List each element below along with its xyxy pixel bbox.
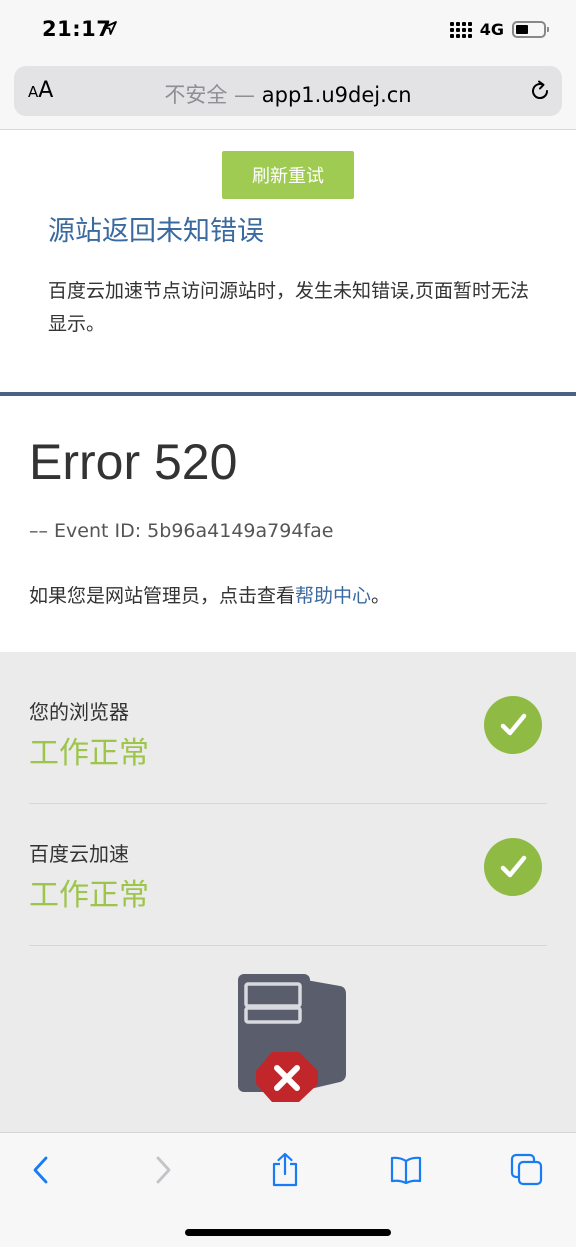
status-time: 21:17	[42, 17, 112, 41]
battery-icon	[512, 21, 549, 38]
error-section: Error 520 –– Event ID: 5b96a4149a794fae …	[0, 400, 576, 652]
share-icon[interactable]	[268, 1152, 302, 1187]
status-row-name: 百度云加速	[29, 842, 129, 866]
location-arrow-icon	[103, 21, 117, 35]
status-row-name: 您的浏览器	[29, 700, 129, 724]
admin-help-prefix: 如果您是网站管理员，点击查看	[29, 585, 296, 607]
origin-error-title: 源站返回未知错误	[48, 216, 264, 247]
browser-address-area: AA 不安全 — app1.u9dej.cn	[0, 62, 576, 130]
url-host: app1.u9dej.cn	[261, 83, 412, 107]
insecure-label: 不安全 —	[164, 83, 256, 107]
status-section: 您的浏览器 工作正常 百度云加速 工作正常	[0, 652, 576, 1132]
tabs-icon[interactable]	[510, 1153, 544, 1187]
event-id: –– Event ID: 5b96a4149a794fae	[29, 520, 334, 542]
help-center-link[interactable]: 帮助中心	[295, 585, 371, 607]
network-type: 4G	[479, 20, 504, 39]
status-bar: 21:17 4G	[0, 0, 576, 62]
check-icon	[484, 696, 542, 754]
address-bar[interactable]: AA 不安全 — app1.u9dej.cn	[14, 66, 562, 116]
origin-error-description: 百度云加速节点访问源站时，发生未知错误,页面暂时无法显示。	[48, 280, 530, 335]
status-indicators: 4G	[449, 20, 549, 39]
check-icon	[484, 838, 542, 896]
admin-help-line: 如果您是网站管理员，点击查看帮助中心。	[29, 581, 390, 608]
retry-button[interactable]: 刷新重试	[222, 151, 354, 199]
reload-icon[interactable]	[528, 79, 552, 103]
origin-error-card: 刷新重试 源站返回未知错误 百度云加速节点访问源站时，发生未知错误,页面暂时无法…	[0, 131, 576, 396]
browser-toolbar	[0, 1132, 576, 1247]
status-row-state: 工作正常	[29, 736, 149, 771]
error-title: Error 520	[29, 434, 238, 490]
cellular-signal-icon	[449, 21, 472, 38]
forward-icon[interactable]	[146, 1153, 180, 1187]
back-icon[interactable]	[24, 1153, 58, 1187]
status-row-cdn: 百度云加速 工作正常	[29, 806, 547, 946]
address-url[interactable]: 不安全 — app1.u9dej.cn	[14, 79, 562, 109]
bookmarks-icon[interactable]	[389, 1153, 423, 1187]
server-error-icon	[238, 974, 346, 1102]
status-row-state: 工作正常	[29, 878, 149, 913]
admin-help-suffix: 。	[371, 585, 391, 607]
status-row-browser: 您的浏览器 工作正常	[29, 664, 547, 804]
home-indicator[interactable]	[185, 1229, 391, 1236]
